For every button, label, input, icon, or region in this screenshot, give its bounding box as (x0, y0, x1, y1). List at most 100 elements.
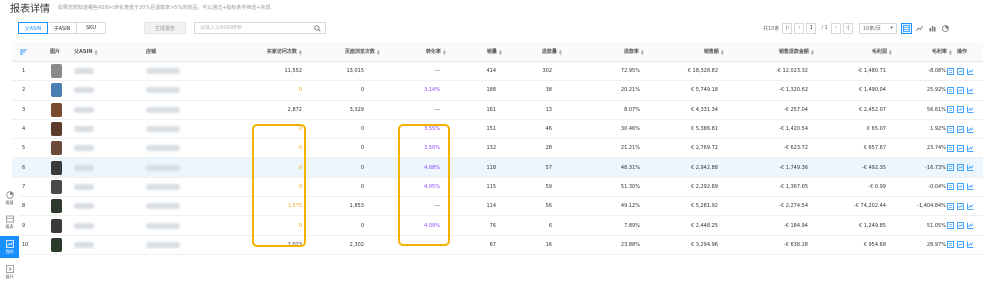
product-thumbnail[interactable] (50, 141, 62, 156)
search-icon[interactable] (314, 25, 321, 32)
product-thumbnail[interactable] (50, 179, 62, 194)
trend-icon[interactable] (956, 164, 964, 172)
cell-parent-asin-blurred[interactable] (74, 236, 114, 254)
trend-icon[interactable] (956, 222, 964, 229)
cell-parent-asin-blurred[interactable] (74, 101, 114, 119)
product-thumbnail[interactable] (50, 199, 62, 214)
sort-icon[interactable]: ▲ ▼ (641, 48, 644, 55)
trend-icon[interactable] (956, 144, 964, 152)
cell-parent-asin-blurred[interactable] (74, 120, 114, 138)
sort-icon[interactable]: ▲ ▼ (95, 48, 98, 55)
trend-icon[interactable] (956, 202, 964, 210)
detail-icon[interactable] (946, 106, 954, 114)
tab-sku[interactable]: SKU (76, 22, 106, 34)
detail-icon[interactable] (946, 164, 954, 172)
analysis-icon[interactable] (966, 183, 974, 191)
detail-icon[interactable] (946, 87, 954, 94)
col-refunds[interactable]: 退款量 ▲ ▼ (502, 42, 562, 61)
trend-icon[interactable] (956, 183, 964, 191)
analysis-icon[interactable] (966, 126, 974, 133)
product-thumbnail[interactable] (50, 218, 62, 233)
cell-margin: -0.04% (928, 183, 946, 190)
last-page-button[interactable]: ›| (842, 22, 853, 34)
cell-parent-asin-blurred[interactable] (74, 158, 114, 176)
detail-icon[interactable] (946, 144, 954, 152)
line-chart-view-button[interactable] (914, 23, 925, 34)
trend-icon[interactable] (956, 87, 964, 94)
detail-icon[interactable] (946, 241, 954, 249)
pie-chart-view-button[interactable] (940, 23, 951, 34)
trend-icon[interactable] (956, 125, 964, 133)
table-row[interactable]: 6 0 0 4.68% 118 57 48.31% € 2,942.88 -€ 1,749.36… (12, 158, 983, 178)
product-thumbnail[interactable] (50, 122, 62, 137)
tab-parent-asin[interactable]: 父ASIN (18, 22, 48, 34)
analysis-icon[interactable] (966, 68, 974, 75)
analysis-icon[interactable] (966, 145, 974, 152)
trend-icon[interactable] (956, 67, 964, 75)
prev-page-button[interactable]: ‹ (794, 22, 805, 34)
sort-icon[interactable]: ▲ ▼ (559, 48, 562, 55)
page-size-select[interactable]: 10条/页 ▾ (858, 22, 897, 34)
analysis-icon[interactable] (966, 87, 974, 94)
col-refund-rate[interactable]: 退款率 ▲ ▼ (572, 42, 644, 61)
tab-child-asin[interactable]: 子ASIN (47, 22, 77, 34)
page-input[interactable]: 1 (806, 22, 817, 34)
column-settings-icon[interactable] (20, 42, 30, 61)
product-thumbnail[interactable] (50, 102, 62, 117)
trend-icon[interactable] (956, 241, 964, 249)
col-sales[interactable]: 销量 ▲ ▼ (446, 42, 502, 61)
cell-parent-asin-blurred[interactable] (74, 139, 114, 157)
col-profit[interactable]: 毛利润 ▲ ▼ (812, 42, 892, 61)
table-row[interactable]: 1 11,552 13,015 — 414 302 72.95% € 18,328.82 -€ … (12, 62, 983, 82)
table-row[interactable]: 8 1,575 1,853—114 56 49.12% € 5,281.92 -€ 2,27… (12, 197, 983, 217)
generate-report-button[interactable]: 生成报告 (144, 22, 186, 34)
col-revenue[interactable]: 销售额 ▲ ▼ (646, 42, 724, 61)
detail-icon[interactable] (946, 202, 954, 210)
table-row[interactable]: 5 0 0 3.50% 132 28 21.21% € 2,769.72 -€ 623.72 € … (12, 139, 983, 159)
product-thumbnail[interactable] (50, 160, 62, 175)
sidenav-item-mine[interactable]: 我的 (0, 236, 19, 258)
product-thumbnail[interactable] (50, 83, 62, 98)
analysis-icon[interactable] (966, 106, 974, 114)
search-input[interactable] (200, 25, 312, 31)
product-thumbnail[interactable] (50, 64, 62, 79)
table-row[interactable]: 3 2,872 3,329 — 161 13 8.07% € 4,331.34 -€ 257.0… (12, 101, 983, 120)
table-row[interactable]: 7 0 0 4.05% 115 59 51.30% € 2,292.89 -€ 1,367.05… (12, 178, 983, 198)
sidenav-item-report[interactable]: 报报 (0, 187, 19, 209)
cell-parent-asin-blurred[interactable] (74, 178, 114, 196)
first-page-button[interactable]: |‹ (782, 22, 793, 34)
sidenav-item-expand[interactable]: 展开 (0, 261, 19, 283)
next-page-button[interactable]: › (830, 22, 841, 34)
detail-icon[interactable] (946, 222, 954, 229)
bar-chart-view-button[interactable] (927, 23, 938, 34)
col-parent-asin[interactable]: 父ASIN ▲ ▼ (74, 42, 114, 61)
cell-parent-asin-blurred[interactable] (74, 197, 114, 215)
col-margin[interactable]: 毛利率 ▲ ▼ (892, 42, 952, 61)
analysis-icon[interactable] (966, 222, 974, 229)
cell-refund-rate: 51.30% (620, 183, 640, 190)
col-buyer-visits[interactable]: 买家访问次数 ▲ ▼ (224, 42, 302, 61)
trend-icon[interactable] (956, 106, 964, 114)
analysis-icon[interactable] (966, 164, 974, 172)
sidenav-item-table[interactable]: 报表 (0, 211, 19, 233)
col-page-views[interactable]: 页面浏览次数 ▲ ▼ (306, 42, 380, 61)
table-row[interactable]: 4 0 0 3.55% 151 46 30.46% € 5,386.81 -€ 1,420.54… (12, 120, 983, 140)
detail-icon[interactable] (946, 67, 954, 75)
cell-parent-asin-blurred[interactable] (74, 216, 114, 234)
cell-page-views: 0 (360, 222, 364, 229)
col-conversion[interactable]: 转化率 ▲ ▼ (384, 42, 446, 61)
sort-icon[interactable]: ▲ ▼ (377, 48, 380, 55)
table-row[interactable]: 2 0 0 3.14% 188 38 20.21% € 5,749.18 -€ 1,320.62… (12, 81, 983, 101)
col-refund-amount[interactable]: 销售退款金额 ▲ ▼ (724, 42, 814, 61)
analysis-icon[interactable] (966, 203, 974, 210)
table-row[interactable]: 9 0 0 4.09% 76 6 7.89% € 2,448.25 -€ 184.94 € 1,2… (12, 216, 983, 236)
detail-icon[interactable] (946, 183, 954, 191)
analysis-icon[interactable] (966, 241, 974, 249)
detail-icon[interactable] (946, 125, 954, 133)
cell-parent-asin-blurred[interactable] (74, 62, 114, 80)
table-row[interactable]: 10 2,023 2,302—67 16 23.88% € 3,294.96 -€ 638.… (12, 236, 983, 255)
product-thumbnail[interactable] (50, 237, 62, 252)
sort-icon[interactable]: ▲ ▼ (299, 48, 302, 55)
table-view-button[interactable] (900, 22, 912, 34)
cell-parent-asin-blurred[interactable] (74, 81, 114, 99)
